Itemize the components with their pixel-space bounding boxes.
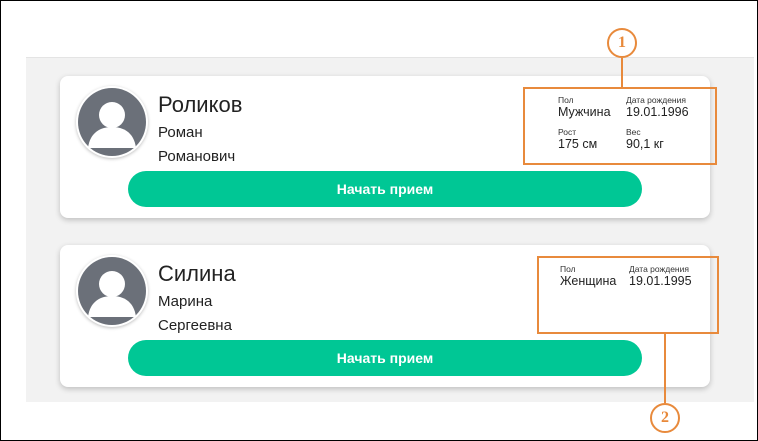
patient-surname: Силина (158, 261, 236, 286)
start-appointment-button[interactable]: Начать прием (128, 171, 642, 207)
avatar-placeholder-icon (76, 255, 148, 327)
callout-box-2 (537, 256, 719, 334)
callout-line-2 (664, 334, 666, 403)
patient-given-name: Роман (158, 124, 203, 141)
callout-marker-2: 2 (650, 403, 680, 433)
patient-surname: Роликов (158, 92, 243, 117)
callout-line-1 (621, 58, 623, 87)
list-divider (26, 57, 754, 58)
avatar-placeholder-icon (76, 86, 148, 158)
callout-box-1 (523, 87, 717, 165)
start-appointment-button[interactable]: Начать прием (128, 340, 642, 376)
patient-patronymic: Романович (158, 148, 236, 165)
patient-patronymic: Сергеевна (158, 317, 232, 334)
patient-given-name: Марина (158, 293, 213, 310)
callout-marker-1: 1 (607, 28, 637, 58)
